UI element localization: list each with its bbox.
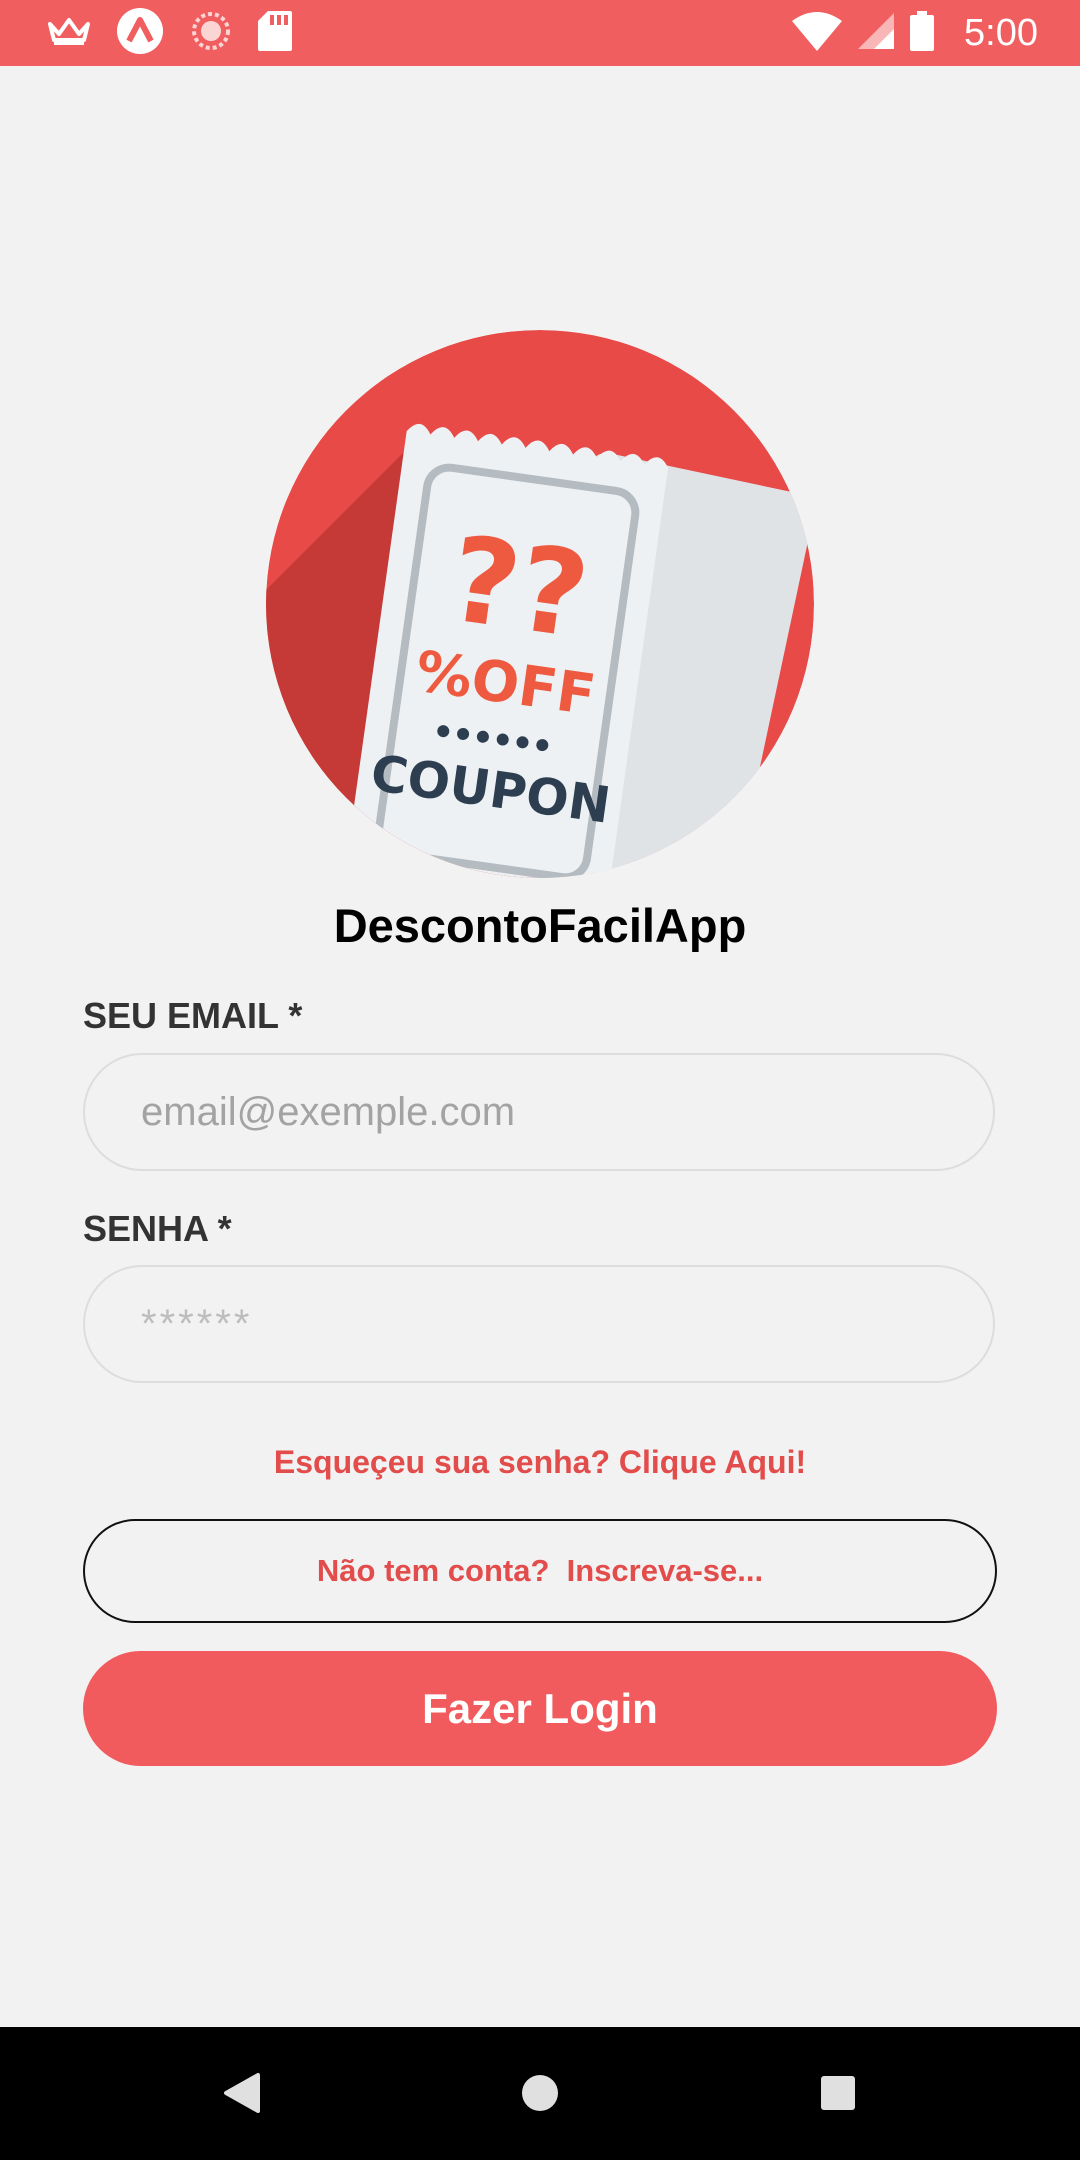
email-field[interactable] [139, 1088, 943, 1136]
home-icon[interactable] [512, 2065, 568, 2121]
signal-icon [858, 12, 895, 54]
app-logo: ?? %OFF COUPON [266, 330, 814, 878]
battery-icon [910, 10, 935, 56]
logo-question-marks: ?? [442, 509, 597, 665]
back-icon[interactable] [214, 2065, 270, 2121]
sd-card-icon [258, 10, 292, 56]
status-time: 5:00 [964, 11, 1038, 54]
email-field-container[interactable] [83, 1053, 995, 1171]
wifi-icon [792, 11, 843, 56]
app-title: DescontoFacilApp [333, 899, 747, 952]
password-field[interactable] [139, 1300, 943, 1348]
email-label: SEU EMAIL * [83, 995, 303, 1036]
status-bar: 5:00 [0, 0, 1080, 66]
sync-icon [190, 10, 232, 57]
recents-icon[interactable] [810, 2065, 866, 2121]
login-screen: 5:00 ?? %OFF COUPON DescontoFacilApp SEU… [0, 0, 1080, 2160]
password-label: SENHA * [83, 1208, 232, 1249]
app-logo-icon [116, 7, 164, 60]
password-field-container[interactable] [83, 1265, 995, 1383]
forgot-password-link[interactable]: Esqueçeu sua senha? Clique Aqui! [0, 1444, 1080, 1481]
crown-icon [48, 16, 90, 51]
signup-button[interactable]: Não tem conta? Inscreva-se... [83, 1519, 997, 1623]
login-button[interactable]: Fazer Login [83, 1651, 997, 1766]
navigation-bar [0, 2027, 1080, 2160]
